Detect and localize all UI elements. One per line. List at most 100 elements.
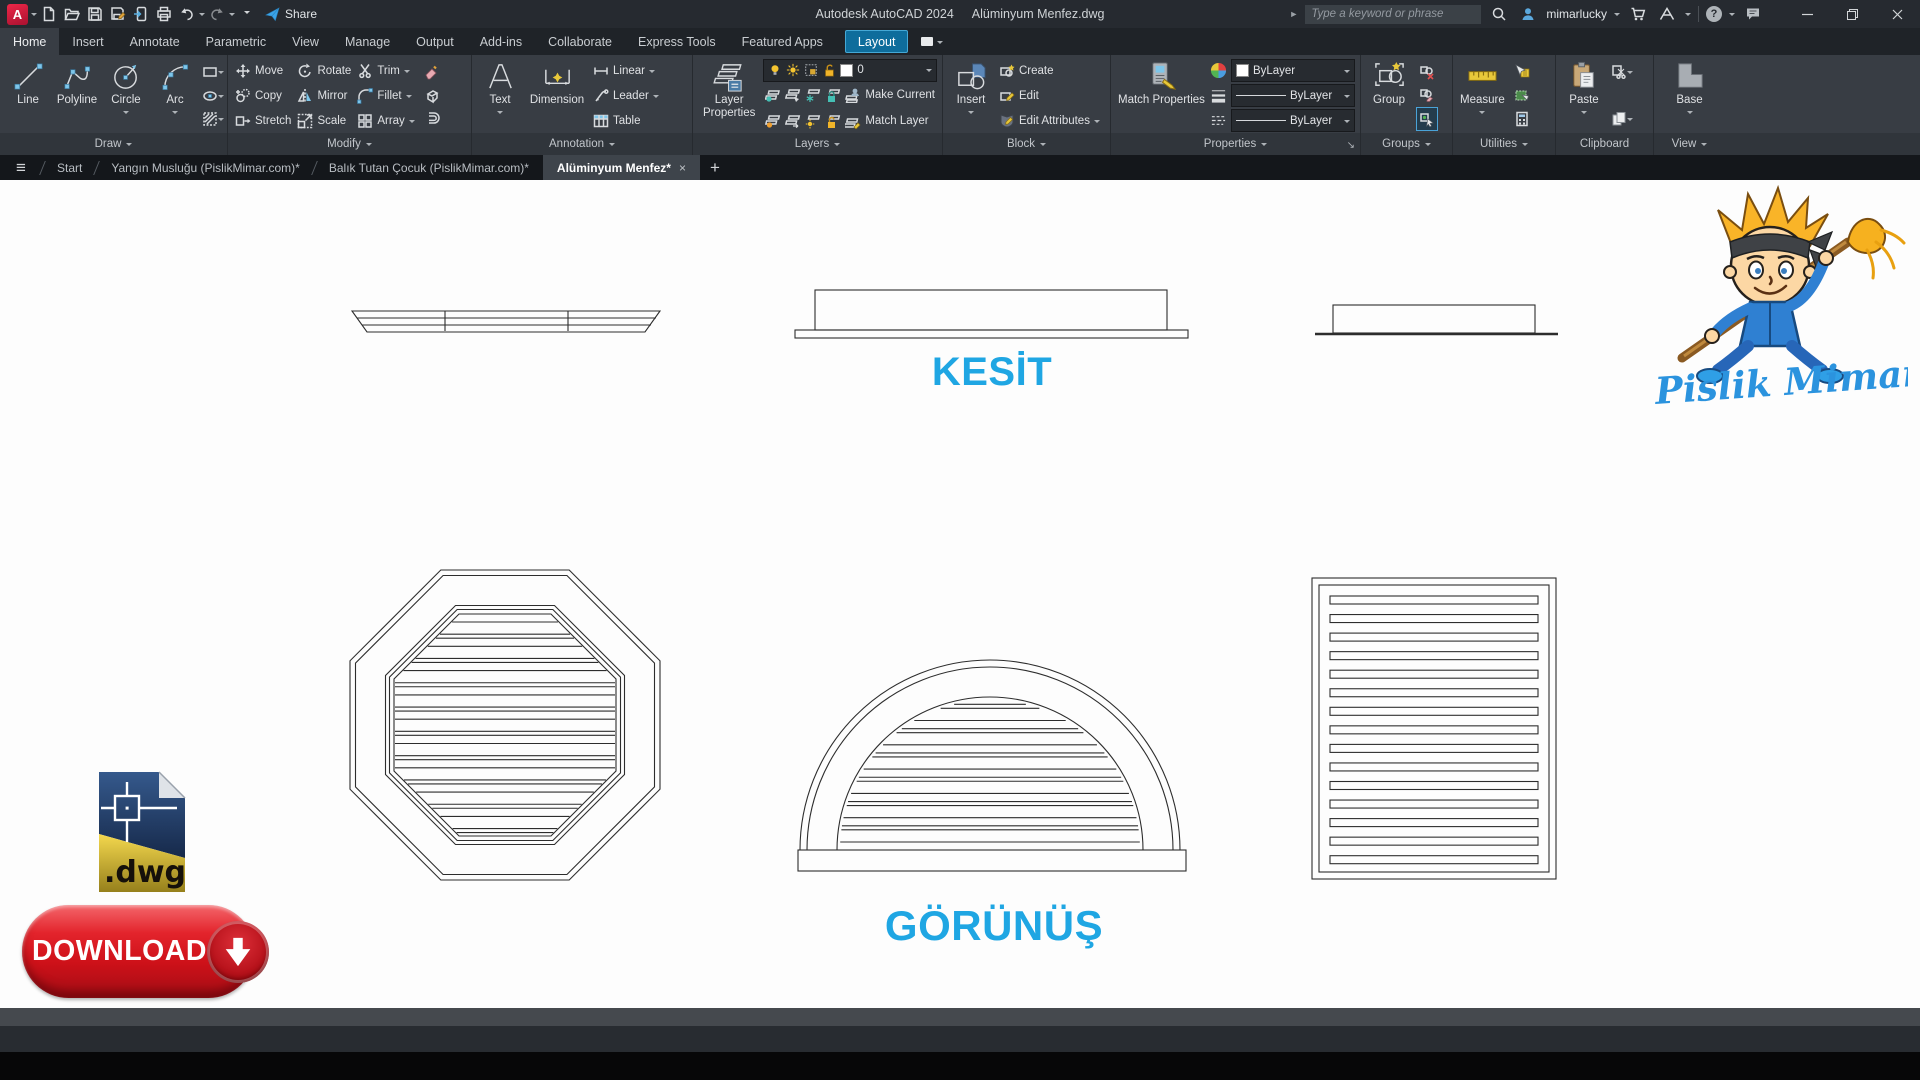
account-caret-icon[interactable]	[1614, 13, 1620, 19]
tab-parametric[interactable]: Parametric	[193, 28, 279, 55]
copy-button[interactable]: Copy	[233, 83, 293, 108]
open-from-mobile-button[interactable]	[130, 2, 152, 26]
panel-draw-label[interactable]: Draw	[0, 133, 227, 155]
hatch-button[interactable]	[202, 107, 224, 131]
rect-vent-view[interactable]	[1312, 578, 1556, 879]
panel-block-label[interactable]: Block	[943, 133, 1110, 155]
tab-manage[interactable]: Manage	[332, 28, 403, 55]
tab-annotate[interactable]: Annotate	[117, 28, 193, 55]
autodesk-caret-icon[interactable]	[1685, 13, 1691, 19]
undo-caret-icon[interactable]	[199, 13, 205, 19]
arc-button[interactable]: Arc	[152, 58, 198, 133]
section-halfround-profile[interactable]	[795, 290, 1188, 338]
search-input[interactable]	[1305, 5, 1481, 24]
help-caret-icon[interactable]	[1729, 13, 1735, 19]
undo-button[interactable]	[176, 2, 198, 26]
app-store-button[interactable]	[1627, 2, 1649, 26]
search-button[interactable]	[1488, 2, 1510, 26]
trim-button[interactable]: Trim	[355, 58, 416, 83]
rotate-button[interactable]: Rotate	[295, 58, 353, 83]
polyline-button[interactable]: Polyline	[54, 58, 100, 133]
quick-calc-button[interactable]	[1511, 107, 1533, 131]
tab-featured-apps[interactable]: Featured Apps	[729, 28, 836, 55]
autodesk-logo-button[interactable]	[1656, 2, 1678, 26]
panel-clipboard-label[interactable]: Clipboard	[1556, 133, 1653, 155]
panel-modify-label[interactable]: Modify	[228, 133, 471, 155]
new-file-button[interactable]	[38, 2, 60, 26]
insert-button[interactable]: Insert	[948, 58, 994, 133]
explode-button[interactable]	[421, 84, 443, 108]
file-tab-yangin-muslugu[interactable]: Yangın Musluğu (PislikMimar.com)*	[97, 155, 314, 180]
mirror-button[interactable]: Mirror	[295, 83, 353, 108]
help-button[interactable]: ?	[1706, 6, 1722, 22]
section-rect-profile[interactable]	[1315, 305, 1558, 334]
file-tab-aluminyum-menfez-active[interactable]: Alüminyum Menfez*×	[543, 155, 700, 180]
panel-properties-label[interactable]: Properties	[1111, 133, 1360, 155]
plot-button[interactable]	[153, 2, 175, 26]
scale-button[interactable]: Scale	[295, 108, 353, 133]
account-button[interactable]	[1517, 2, 1539, 26]
measure-button[interactable]: Measure	[1458, 58, 1507, 133]
open-file-button[interactable]	[61, 2, 83, 26]
tab-addins[interactable]: Add-ins	[467, 28, 535, 55]
ungroup-button[interactable]	[1416, 60, 1438, 84]
tab-collaborate[interactable]: Collaborate	[535, 28, 625, 55]
leader-button[interactable]: Leader	[591, 83, 661, 108]
ribbon-display-toggle[interactable]	[913, 28, 951, 55]
username-label[interactable]: mimarlucky	[1546, 7, 1607, 21]
linetype-combo[interactable]: ByLayer	[1231, 109, 1355, 132]
tab-view[interactable]: View	[279, 28, 332, 55]
select-similar-button[interactable]	[1511, 84, 1533, 108]
file-tabs-menu-button[interactable]: ≡	[0, 155, 42, 180]
feedback-button[interactable]	[1742, 2, 1764, 26]
tab-insert[interactable]: Insert	[59, 28, 116, 55]
quick-select-button[interactable]	[1511, 60, 1533, 84]
fillet-button[interactable]: Fillet	[355, 83, 416, 108]
section-octagon-profile[interactable]	[352, 311, 660, 332]
copy-clip-button[interactable]	[1611, 107, 1633, 131]
layer-select-combo[interactable]: 0	[763, 59, 937, 82]
tab-express-tools[interactable]: Express Tools	[625, 28, 729, 55]
text-button[interactable]: Text	[477, 58, 523, 133]
dimension-button[interactable]: Dimension	[526, 58, 588, 133]
layout-bar[interactable]	[0, 1008, 1920, 1026]
group-edit-button[interactable]	[1416, 84, 1438, 108]
close-button[interactable]	[1875, 0, 1920, 28]
close-file-tab-icon[interactable]: ×	[679, 161, 686, 175]
panel-utilities-label[interactable]: Utilities	[1453, 133, 1555, 155]
panel-layers-label[interactable]: Layers	[693, 133, 942, 155]
circle-button[interactable]: Circle	[103, 58, 149, 133]
match-layer-button[interactable]: Match Layer	[763, 108, 937, 133]
array-button[interactable]: Array	[355, 108, 416, 133]
layer-properties-button[interactable]: Layer Properties	[698, 58, 760, 133]
match-properties-button[interactable]: Match Properties	[1116, 58, 1207, 133]
rectangle-button[interactable]	[202, 60, 224, 84]
table-button[interactable]: Table	[591, 108, 661, 133]
properties-expand-icon[interactable]: ↘	[1347, 140, 1355, 151]
line-button[interactable]: Line	[5, 58, 51, 133]
file-tab-start[interactable]: Start	[43, 155, 96, 180]
octagon-vent-view[interactable]	[350, 570, 660, 880]
restore-button[interactable]	[1830, 0, 1875, 28]
share-button[interactable]: Share	[265, 7, 317, 22]
panel-groups-label[interactable]: Groups	[1361, 133, 1452, 155]
base-button[interactable]: Base	[1667, 58, 1713, 133]
panel-annotation-label[interactable]: Annotation	[472, 133, 692, 155]
redo-button[interactable]	[206, 2, 228, 26]
save-as-button[interactable]	[107, 2, 129, 26]
new-drawing-tab-button[interactable]: +	[700, 155, 730, 180]
group-button[interactable]: Group	[1366, 58, 1412, 133]
halfround-vent-view[interactable]	[798, 660, 1186, 871]
command-line-area[interactable]	[0, 1026, 1920, 1052]
block-create-button[interactable]: Create	[997, 58, 1102, 83]
search-expand-icon[interactable]: ►	[1289, 9, 1298, 19]
object-color-combo[interactable]: ByLayer	[1231, 59, 1355, 82]
edit-attributes-button[interactable]: Edit Attributes	[997, 108, 1102, 133]
minimize-button[interactable]	[1785, 0, 1830, 28]
offset-button[interactable]	[421, 107, 443, 131]
lineweight-combo[interactable]: ByLayer	[1231, 84, 1355, 107]
file-tab-balik-tutan-cocuk[interactable]: Balık Tutan Çocuk (PislikMimar.com)*	[315, 155, 543, 180]
block-edit-button[interactable]: Edit	[997, 83, 1102, 108]
autocad-app-icon[interactable]: A	[7, 4, 28, 25]
download-button[interactable]: DOWNLOAD	[22, 905, 255, 998]
